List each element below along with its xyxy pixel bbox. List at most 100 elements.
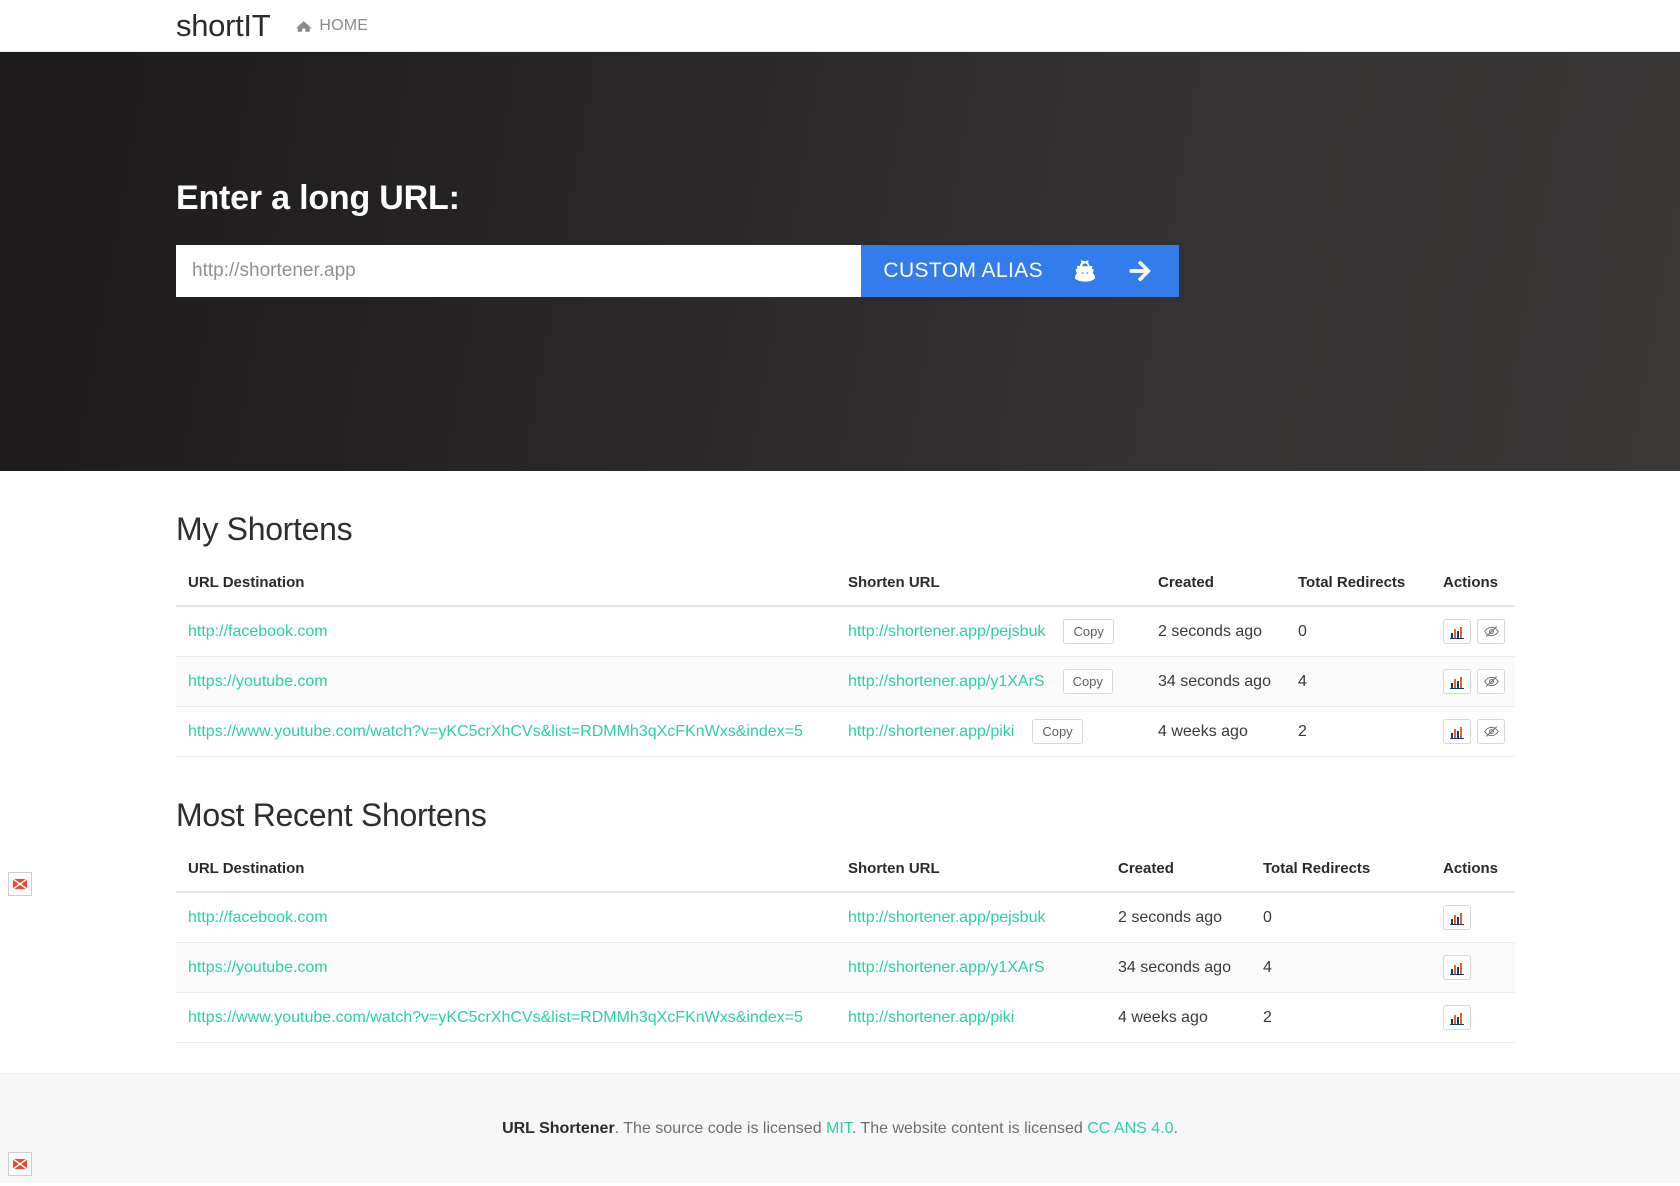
recent-shortens-table: URL Destination Shorten URL Created Tota… bbox=[176, 860, 1515, 1043]
footer-link-cc[interactable]: CC ANS 4.0 bbox=[1087, 1120, 1173, 1137]
chart-bar-icon bbox=[1450, 911, 1464, 925]
stats-button[interactable] bbox=[1443, 619, 1471, 644]
hide-button[interactable] bbox=[1477, 669, 1505, 694]
stats-button[interactable] bbox=[1443, 955, 1471, 980]
actions-wrapper bbox=[1443, 719, 1515, 744]
main-content: My Shortens URL Destination Shorten URL … bbox=[0, 511, 1680, 1043]
actions-wrapper bbox=[1443, 1005, 1515, 1030]
stats-button[interactable] bbox=[1443, 905, 1471, 930]
chart-bar-icon bbox=[1450, 961, 1464, 975]
destination-link[interactable]: https://youtube.com bbox=[188, 673, 328, 690]
destination-link[interactable]: http://facebook.com bbox=[188, 909, 328, 926]
hero-section: Enter a long URL: CUSTOM ALIAS bbox=[0, 52, 1680, 471]
shorten-url-link[interactable]: http://shortener.app/piki bbox=[848, 1009, 1014, 1027]
cell-shorten-url: http://shortener.app/piki bbox=[836, 992, 1106, 1043]
footer-text-3: . bbox=[1173, 1119, 1178, 1137]
col-shorten-url: Shorten URL bbox=[836, 860, 1106, 893]
cell-total-redirects: 0 bbox=[1286, 606, 1431, 657]
cell-url-destination: https://youtube.com bbox=[176, 942, 836, 993]
cell-created: 2 seconds ago bbox=[1106, 892, 1251, 943]
cell-shorten-url: http://shortener.app/pejsbuk bbox=[836, 892, 1106, 943]
col-actions: Actions bbox=[1431, 574, 1515, 607]
cell-url-destination: https://youtube.com bbox=[176, 656, 836, 707]
eye-slash-icon bbox=[1483, 725, 1499, 738]
broken-image-placeholder bbox=[8, 872, 32, 896]
cell-total-redirects: 2 bbox=[1286, 706, 1431, 757]
cell-actions bbox=[1431, 892, 1515, 943]
shorten-url-link[interactable]: http://shortener.app/y1XArS bbox=[848, 673, 1045, 691]
cell-total-redirects: 0 bbox=[1251, 892, 1431, 943]
copy-button[interactable]: Copy bbox=[1062, 669, 1113, 694]
hide-button[interactable] bbox=[1477, 719, 1505, 744]
cell-url-destination: http://facebook.com bbox=[176, 606, 836, 657]
cell-created: 34 seconds ago bbox=[1106, 942, 1251, 993]
col-actions: Actions bbox=[1431, 860, 1515, 893]
stats-button[interactable] bbox=[1443, 719, 1471, 744]
nav-item-home-label: HOME bbox=[319, 16, 369, 34]
footer-text: URL Shortener. The source code is licens… bbox=[502, 1120, 1178, 1138]
shorten-url-link[interactable]: http://shortener.app/pejsbuk bbox=[848, 623, 1045, 641]
shorten-url-link[interactable]: http://shortener.app/pejsbuk bbox=[848, 909, 1045, 927]
cell-actions bbox=[1431, 992, 1515, 1043]
cell-shorten-url: http://shortener.app/piki Copy bbox=[836, 706, 1146, 757]
cell-total-redirects: 4 bbox=[1251, 942, 1431, 993]
col-total-redirects: Total Redirects bbox=[1286, 574, 1431, 607]
chart-bar-icon bbox=[1450, 725, 1464, 739]
cell-actions bbox=[1431, 656, 1515, 707]
chart-bar-icon bbox=[1450, 1011, 1464, 1025]
cell-created: 2 seconds ago bbox=[1146, 606, 1286, 657]
footer-text-2: . The website content is licensed bbox=[851, 1119, 1088, 1137]
table-row: https://www.youtube.com/watch?v=yKC5crXh… bbox=[176, 706, 1515, 757]
table-row: https://www.youtube.com/watch?v=yKC5crXh… bbox=[176, 992, 1515, 1043]
shorten-url-link[interactable]: http://shortener.app/y1XArS bbox=[848, 959, 1045, 977]
cell-total-redirects: 4 bbox=[1286, 656, 1431, 707]
stats-button[interactable] bbox=[1443, 1005, 1471, 1030]
actions-wrapper bbox=[1443, 955, 1515, 980]
shorten-url-wrapper: http://shortener.app/y1XArS bbox=[848, 959, 1106, 977]
table-row: https://youtube.com http://shortener.app/… bbox=[176, 942, 1515, 993]
destination-link[interactable]: http://facebook.com bbox=[188, 623, 328, 640]
long-url-input[interactable] bbox=[176, 245, 862, 297]
destination-link[interactable]: https://www.youtube.com/watch?v=yKC5crXh… bbox=[188, 723, 803, 740]
shorten-url-wrapper: http://shortener.app/piki bbox=[848, 1009, 1106, 1027]
cell-actions bbox=[1431, 606, 1515, 657]
custom-alias-button[interactable]: CUSTOM ALIAS bbox=[883, 259, 1043, 283]
destination-link[interactable]: https://youtube.com bbox=[188, 959, 328, 976]
cell-url-destination: https://www.youtube.com/watch?v=yKC5crXh… bbox=[176, 992, 836, 1043]
brand-logo[interactable]: shortIT bbox=[176, 10, 271, 41]
col-url-destination: URL Destination bbox=[176, 574, 836, 607]
cell-created: 4 weeks ago bbox=[1146, 706, 1286, 757]
col-url-destination: URL Destination bbox=[176, 860, 836, 893]
shorten-url-link[interactable]: http://shortener.app/piki bbox=[848, 723, 1014, 741]
cell-shorten-url: http://shortener.app/y1XArS bbox=[836, 942, 1106, 993]
copy-button[interactable]: Copy bbox=[1032, 719, 1083, 744]
copy-button[interactable]: Copy bbox=[1063, 619, 1114, 644]
table-row: https://youtube.com http://shortener.app/… bbox=[176, 656, 1515, 707]
hero-title: Enter a long URL: bbox=[176, 179, 460, 217]
my-shortens-title: My Shortens bbox=[176, 511, 353, 547]
col-shorten-url: Shorten URL bbox=[836, 574, 1146, 607]
user-secret-icon[interactable] bbox=[1073, 259, 1097, 283]
destination-link[interactable]: https://www.youtube.com/watch?v=yKC5crXh… bbox=[188, 1009, 803, 1026]
footer-link-mit[interactable]: MIT bbox=[826, 1120, 852, 1137]
actions-wrapper bbox=[1443, 619, 1515, 644]
col-created: Created bbox=[1106, 860, 1251, 893]
cell-actions bbox=[1431, 942, 1515, 993]
url-shorten-form: CUSTOM ALIAS bbox=[176, 245, 1179, 297]
nav-links: HOME bbox=[296, 17, 368, 35]
stats-button[interactable] bbox=[1443, 669, 1471, 694]
table-header-row: URL Destination Shorten URL Created Tota… bbox=[176, 574, 1515, 607]
submit-shorten-button[interactable] bbox=[1127, 259, 1153, 283]
actions-wrapper bbox=[1443, 905, 1515, 930]
hide-button[interactable] bbox=[1477, 619, 1505, 644]
nav-item-home[interactable]: HOME bbox=[296, 17, 368, 35]
cell-total-redirects: 2 bbox=[1251, 992, 1431, 1043]
page-footer: URL Shortener. The source code is licens… bbox=[0, 1073, 1680, 1183]
footer-text-1: . The source code is licensed bbox=[614, 1119, 827, 1137]
shorten-url-wrapper: http://shortener.app/y1XArS Copy bbox=[848, 669, 1146, 694]
table-header-row: URL Destination Shorten URL Created Tota… bbox=[176, 860, 1515, 893]
cell-url-destination: https://www.youtube.com/watch?v=yKC5crXh… bbox=[176, 706, 836, 757]
cell-actions bbox=[1431, 706, 1515, 757]
broken-image-placeholder bbox=[8, 1152, 32, 1176]
eye-slash-icon bbox=[1483, 675, 1499, 688]
